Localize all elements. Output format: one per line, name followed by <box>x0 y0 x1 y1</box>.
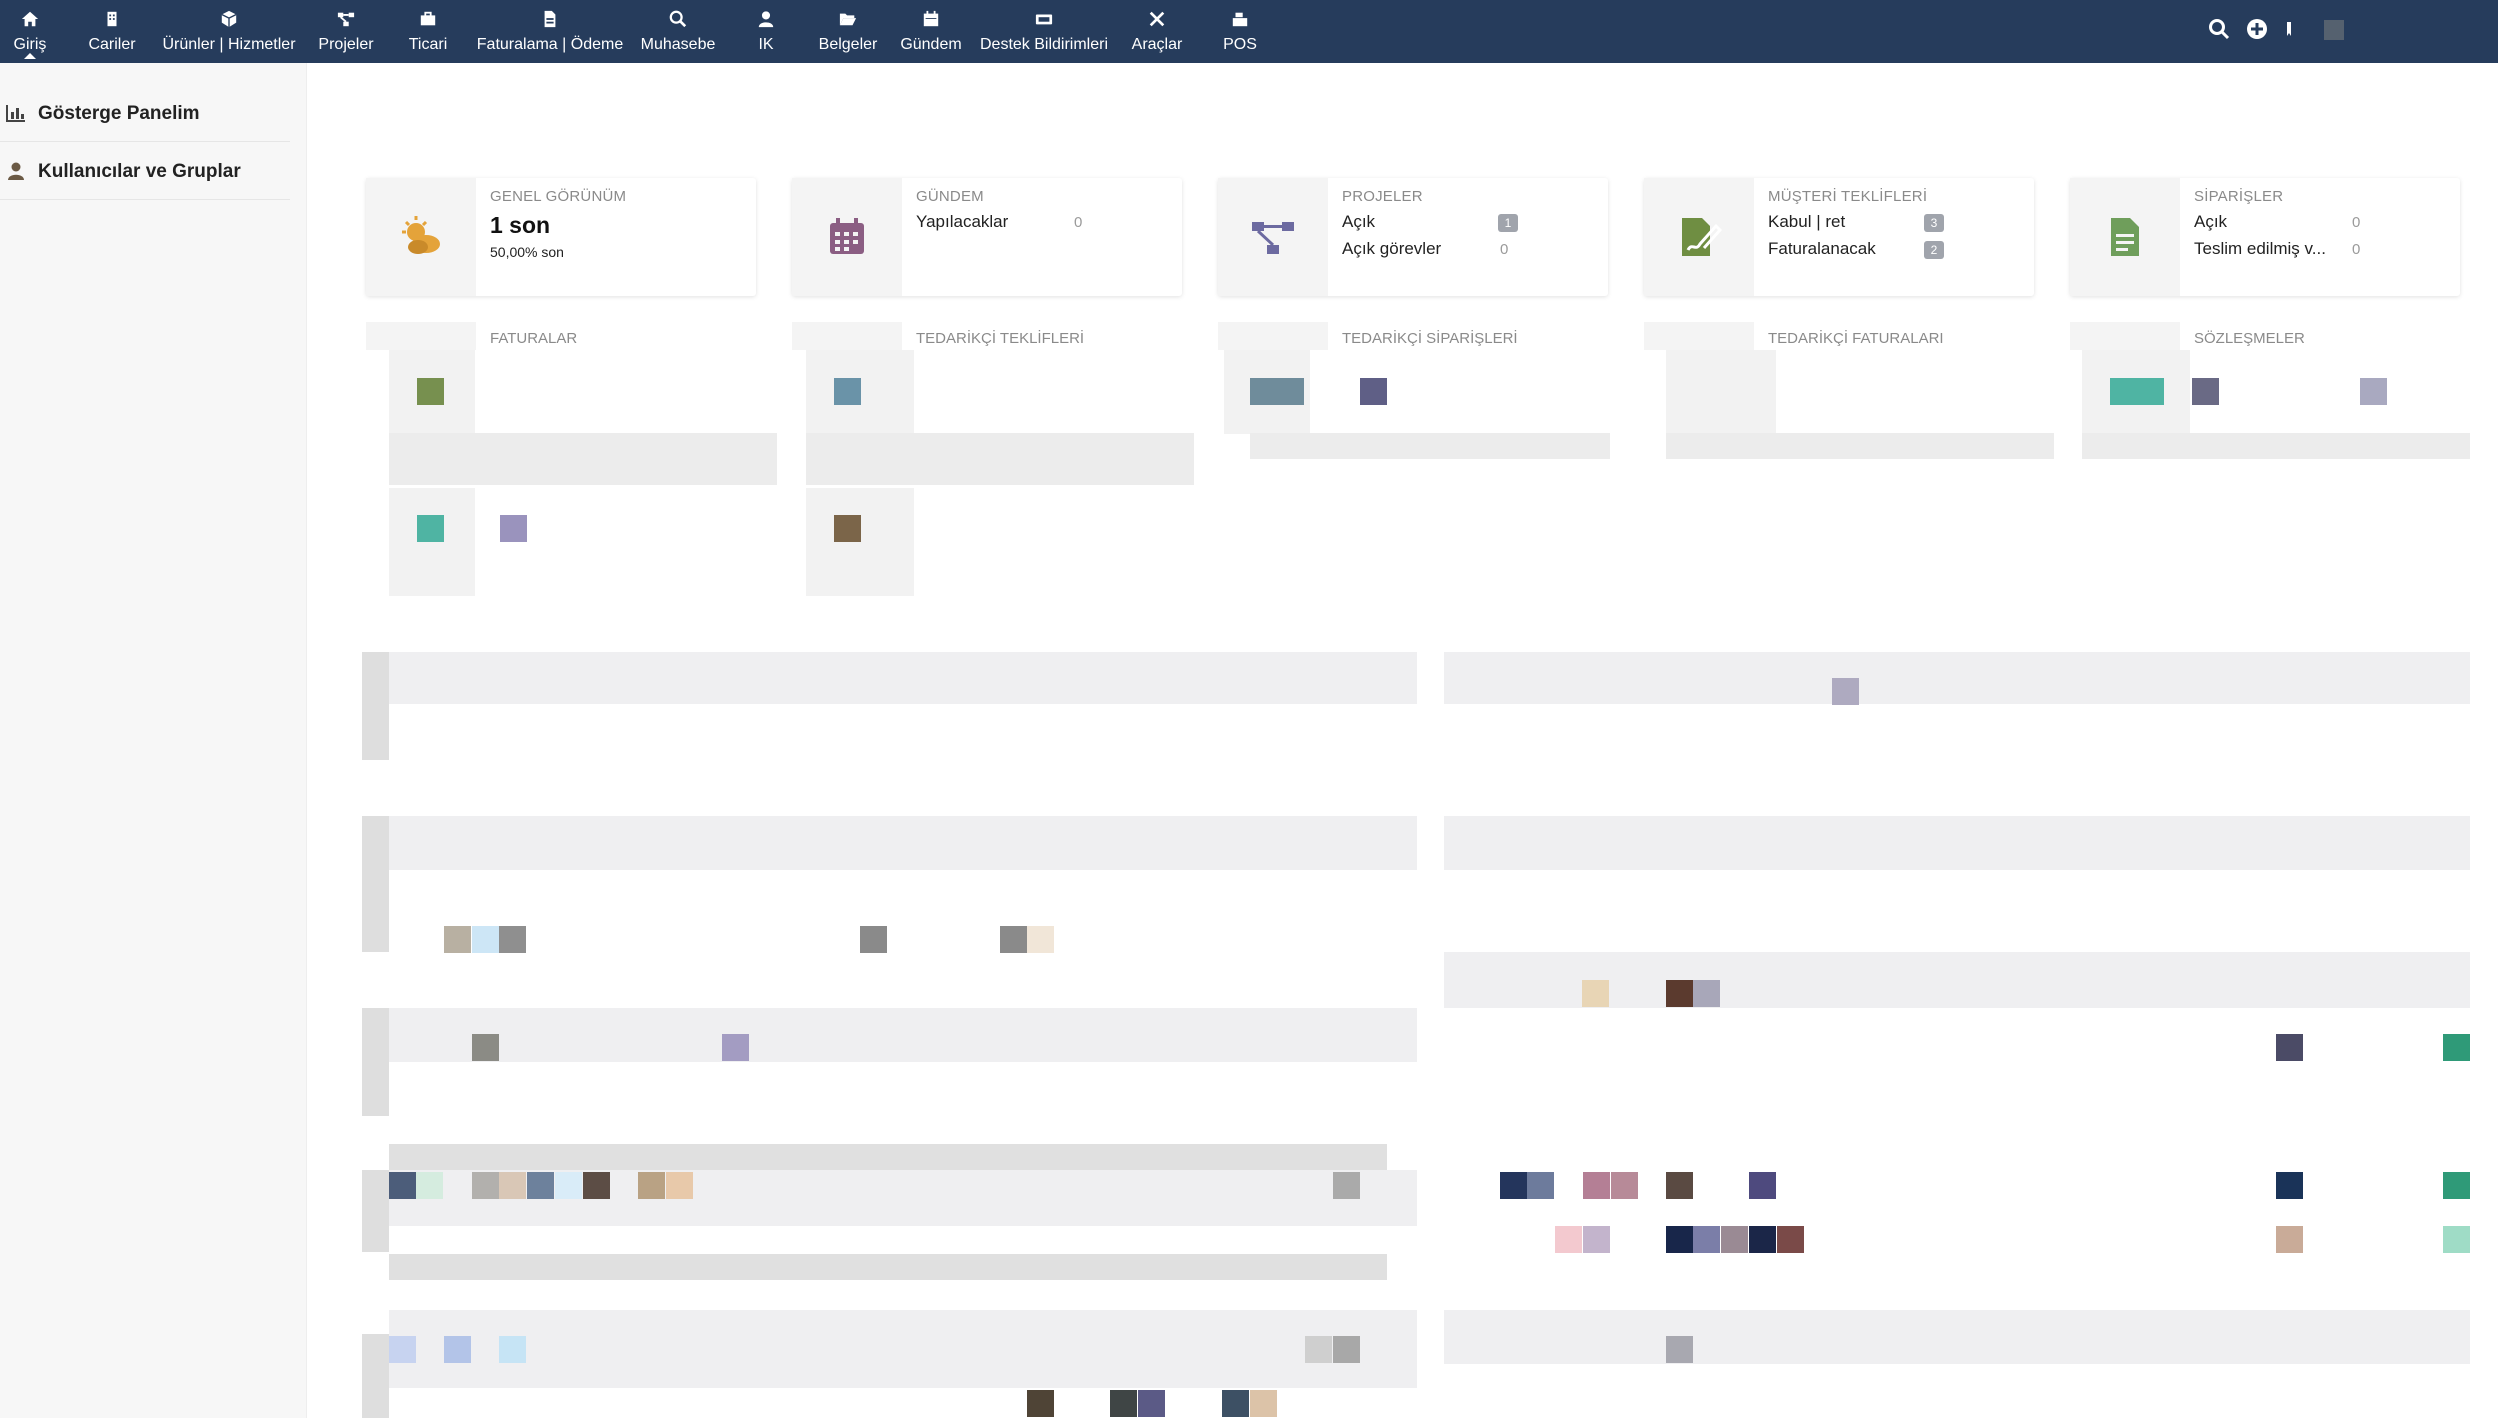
box-supplier-invoices-header: TEDARİKÇİ FATURALARI <box>1644 322 2034 350</box>
open-orders-count: 0 <box>2352 214 2361 231</box>
box-agenda[interactable]: GÜNDEM Yapılacaklar 0 <box>792 178 1182 296</box>
left-side-menu: Gösterge Panelim Kullanıcılar ve Gruplar <box>0 63 307 1418</box>
nav-item-thirdparties[interactable]: Cariler <box>80 0 144 63</box>
ticket-icon <box>1035 14 1053 25</box>
nav-item-label: Muhasebe <box>640 36 716 53</box>
sidebar-item-users-groups[interactable]: Kullanıcılar ve Gruplar <box>0 143 290 200</box>
open-tasks-count: 0 <box>1500 241 1509 258</box>
search-dollar-icon <box>669 10 687 28</box>
box-invoices-header: FATURALAR <box>366 322 756 350</box>
bookmark-icon[interactable] <box>2284 18 2294 40</box>
box-title: TEDARİKÇİ TEKLİFLERİ <box>916 330 1085 347</box>
box-title: GENEL GÖRÜNÜM <box>490 188 627 205</box>
box-title: FATURALAR <box>490 330 578 347</box>
box-orders[interactable]: SİPARİŞLER Açık 0 Teslim edilmiş v... 0 <box>2070 178 2460 296</box>
sidebar-item-label: Kullanıcılar ve Gruplar <box>38 161 241 182</box>
nav-item-label: Cariler <box>88 36 136 53</box>
file-invoice-icon <box>544 10 556 28</box>
file-text-icon <box>2111 218 2139 256</box>
box-title: MÜŞTERİ TEKLİFLERİ <box>1768 188 1928 205</box>
user-icon <box>8 162 24 180</box>
weather-summary[interactable]: 1 son <box>490 212 550 239</box>
calendar-icon <box>830 218 864 254</box>
box-title: GÜNDEM <box>916 188 984 205</box>
box-line-delivered[interactable]: Teslim edilmiş v... <box>2194 239 2326 259</box>
sidebar-item-label: Gösterge Panelim <box>38 103 200 124</box>
box-general-overview[interactable]: GENEL GÖRÜNÜM 1 son 50,00% son <box>366 178 756 296</box>
nav-item-label: Projeler <box>318 36 374 53</box>
nav-item-documents[interactable]: Belgeler <box>812 0 884 63</box>
avatar[interactable] <box>2324 20 2344 40</box>
calendar-icon <box>923 10 939 27</box>
nav-item-products[interactable]: Ürünler | Hizmetler <box>158 0 300 63</box>
todo-count: 0 <box>1074 214 1083 231</box>
nav-item-commercial[interactable]: Ticari <box>400 0 456 63</box>
briefcase-icon <box>420 11 436 26</box>
nav-item-label: Araçlar <box>1131 36 1183 53</box>
to-bill-badge: 2 <box>1924 241 1944 259</box>
box-line-to-bill[interactable]: Faturalanacak <box>1768 239 1876 259</box>
box-supplier-orders-header: TEDARİKÇİ SİPARİŞLERİ <box>1218 322 1608 350</box>
nav-item-label: Giriş <box>13 36 47 53</box>
top-navigation-bar: Giriş Cariler Ürünler | Hizmetler Projel… <box>0 0 2498 63</box>
box-projects[interactable]: PROJELER Açık 1 Açık görevler 0 <box>1218 178 1608 296</box>
box-line-open[interactable]: Açık <box>2194 212 2227 232</box>
nav-item-label: Destek Bildirimleri <box>979 36 1109 53</box>
nav-item-label: Gündem <box>900 36 962 53</box>
tools-icon <box>1149 11 1165 27</box>
box-line-todo[interactable]: Yapılacaklar <box>916 212 1008 232</box>
chart-bar-icon <box>6 105 25 122</box>
folder-open-icon <box>839 13 857 26</box>
box-line-open[interactable]: Açık <box>1342 212 1375 232</box>
building-icon <box>107 11 117 27</box>
search-icon[interactable] <box>2208 18 2230 40</box>
nav-item-billing[interactable]: Faturalama | Ödeme <box>472 0 628 63</box>
box-line-accepted-rejected[interactable]: Kabul | ret <box>1768 212 1845 232</box>
nav-item-projects[interactable]: Projeler <box>312 0 380 63</box>
sitemap-icon <box>337 12 355 27</box>
nav-item-accounting[interactable]: Muhasebe <box>636 0 720 63</box>
box-customer-proposals[interactable]: MÜŞTERİ TEKLİFLERİ Kabul | ret 3 Fatural… <box>1644 178 2034 296</box>
open-projects-badge: 1 <box>1498 214 1518 232</box>
box-title: TEDARİKÇİ SİPARİŞLERİ <box>1342 330 1518 347</box>
nav-item-label: IK <box>758 36 774 53</box>
weather-percentage: 50,00% son <box>490 244 564 260</box>
nav-item-label: POS <box>1223 36 1257 53</box>
box-line-open-tasks[interactable]: Açık görevler <box>1342 239 1441 259</box>
weather-cloud-sun-icon <box>402 216 440 254</box>
nav-item-home[interactable]: Giriş <box>0 0 60 63</box>
accepted-rejected-badge: 3 <box>1924 214 1944 232</box>
user-icon <box>758 11 774 28</box>
nav-item-pos[interactable]: POS <box>1216 0 1264 63</box>
box-title: TEDARİKÇİ FATURALARI <box>1768 330 1944 347</box>
nav-item-label: Faturalama | Ödeme <box>476 36 624 53</box>
add-icon[interactable] <box>2246 18 2268 40</box>
box-contracts-header: SÖZLEŞMELER <box>2070 322 2460 350</box>
nav-item-label: Ürünler | Hizmetler <box>162 36 296 53</box>
cash-register-icon <box>1232 12 1248 27</box>
nav-item-tools[interactable]: Araçlar <box>1126 0 1188 63</box>
box-title: PROJELER <box>1342 188 1423 205</box>
nav-item-label: Belgeler <box>818 36 878 53</box>
box-title: SİPARİŞLER <box>2194 188 2284 205</box>
box-supplier-proposals-header: TEDARİKÇİ TEKLİFLERİ <box>792 322 1182 350</box>
box-title: SÖZLEŞMELER <box>2194 330 2305 347</box>
delivered-orders-count: 0 <box>2352 241 2361 258</box>
sidebar-item-dashboard[interactable]: Gösterge Panelim <box>0 85 290 142</box>
cube-icon <box>221 10 237 28</box>
nav-item-label: Ticari <box>408 36 448 53</box>
nav-item-agenda[interactable]: Gündem <box>896 0 966 63</box>
file-signature-icon <box>1682 218 1723 256</box>
nav-item-hr[interactable]: IK <box>746 0 786 63</box>
home-icon <box>21 11 39 27</box>
sitemap-icon <box>1252 222 1294 254</box>
nav-item-tickets[interactable]: Destek Bildirimleri <box>978 0 1110 63</box>
